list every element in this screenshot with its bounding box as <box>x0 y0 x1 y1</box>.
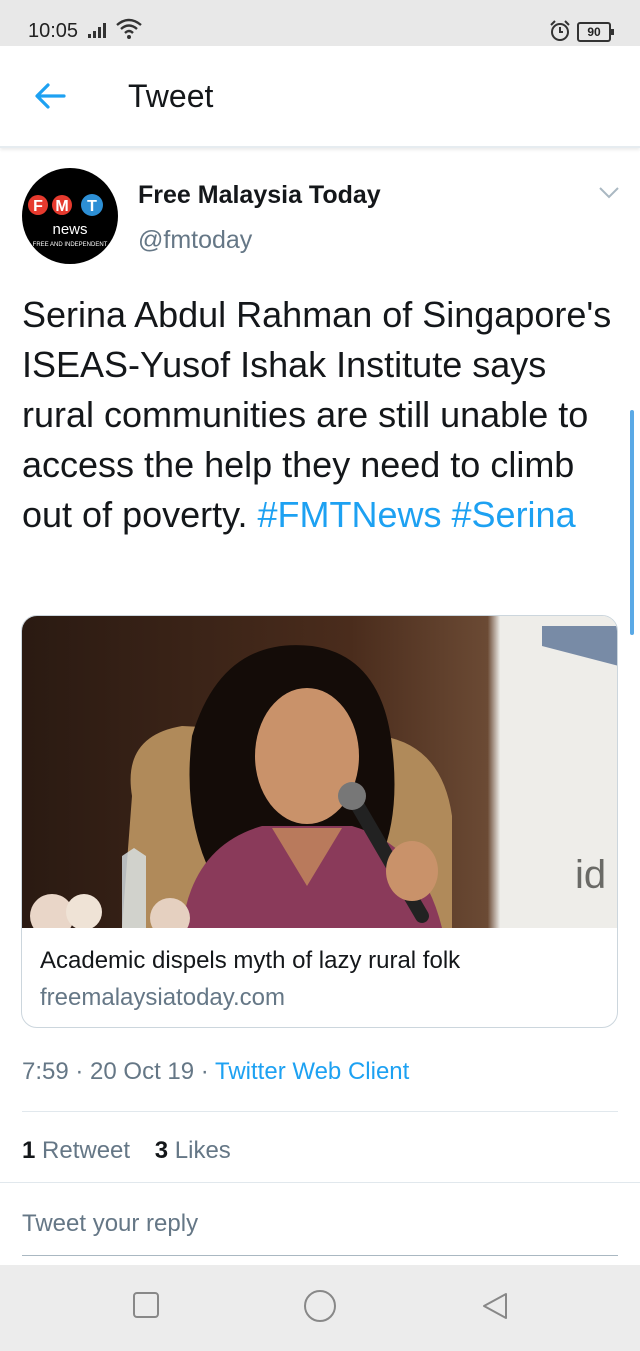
meta-separator-2: · <box>194 1058 216 1085</box>
tweet-stats: 1 Retweet 3 Likes <box>22 1137 249 1165</box>
status-time: 10:05 <box>28 20 79 42</box>
wifi-icon <box>116 18 142 39</box>
chevron-down-icon[interactable] <box>598 186 620 200</box>
logo-tagline: FREE AND INDEPENDENT <box>33 242 108 248</box>
retweet-count: 1 <box>22 1137 36 1164</box>
card-image-text: id <box>575 853 606 897</box>
square-nav-icon[interactable] <box>132 1291 160 1319</box>
logo-letter-f: F <box>33 198 43 215</box>
tweet-meta: 7:59 · 20 Oct 19 · Twitter Web Client <box>22 1058 409 1086</box>
meta-separator-1: · <box>68 1058 91 1085</box>
triangle-back-icon[interactable] <box>480 1291 510 1321</box>
fmt-logo: F M T news FREE AND INDEPENDENT <box>28 194 108 248</box>
divider <box>0 1182 640 1183</box>
avatar[interactable]: F M T news FREE AND INDEPENDENT <box>22 168 118 264</box>
author-handle[interactable]: @fmtoday <box>138 226 252 255</box>
divider <box>22 1111 618 1112</box>
system-nav-bar <box>0 1265 640 1351</box>
likes-count: 3 <box>154 1137 169 1164</box>
reply-underline <box>22 1255 618 1256</box>
page-title: Tweet <box>128 78 214 114</box>
reply-input[interactable]: Tweet your reply <box>22 1210 198 1238</box>
likes-count-link[interactable]: 3 Likes <box>155 1137 231 1164</box>
signal-icon <box>88 23 106 38</box>
card-title: Academic dispels myth of lazy rural folk <box>40 947 461 974</box>
tweet-time: 7:59 <box>22 1058 69 1085</box>
scrollbar[interactable] <box>630 410 634 635</box>
retweet-label: Retweet <box>42 1137 131 1164</box>
likes-label: Likes <box>174 1137 231 1164</box>
battery-indicator: 90 <box>577 22 614 42</box>
retweet-count-link[interactable]: 1 Retweet <box>22 1137 130 1164</box>
back-arrow-icon[interactable] <box>32 78 68 114</box>
card-domain: freemalaysiatoday.com <box>40 984 285 1011</box>
status-bar: 10:05 90 <box>0 0 640 46</box>
hashtag-serina[interactable]: #Serina <box>452 494 576 535</box>
tweet-client-link[interactable]: Twitter Web Client <box>215 1058 409 1085</box>
logo-letter-m: M <box>55 198 68 215</box>
author-name[interactable]: Free Malaysia Today <box>138 181 381 210</box>
alarm-icon <box>550 20 570 41</box>
link-card[interactable]: id Academic dispels myth of lazy rural f… <box>21 615 618 1028</box>
logo-letter-t: T <box>87 198 97 215</box>
card-image: id <box>22 616 617 928</box>
tweet-date: 20 Oct 19 <box>90 1058 195 1085</box>
logo-news: news <box>52 221 87 238</box>
tweet-text: Serina Abdul Rahman of Singapore's ISEAS… <box>22 290 622 540</box>
app-header: Tweet <box>0 46 640 148</box>
hashtag-fmtnews[interactable]: #FMTNews <box>257 494 441 535</box>
circle-nav-icon[interactable] <box>303 1289 337 1323</box>
